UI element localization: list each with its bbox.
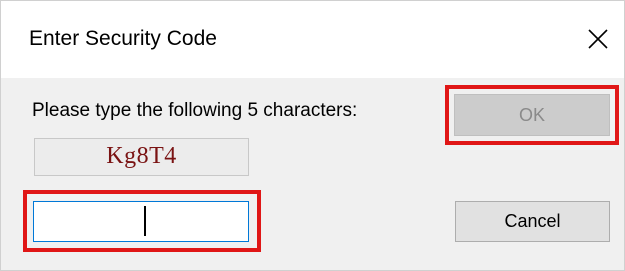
dialog-title: Enter Security Code — [29, 27, 217, 50]
close-icon — [588, 29, 608, 49]
captcha-code: Kg8T4 — [106, 143, 177, 169]
security-code-input[interactable] — [33, 201, 249, 242]
instruction-text: Please type the following 5 characters: — [32, 100, 358, 121]
text-caret — [144, 206, 146, 236]
ok-button[interactable]: OK — [454, 94, 610, 136]
captcha-box: Kg8T4 — [34, 138, 249, 176]
title-bar: Enter Security Code — [1, 1, 624, 78]
close-button[interactable] — [576, 17, 620, 61]
cancel-button[interactable]: Cancel — [455, 201, 610, 242]
security-code-dialog: Enter Security Code Please type the foll… — [0, 0, 625, 271]
